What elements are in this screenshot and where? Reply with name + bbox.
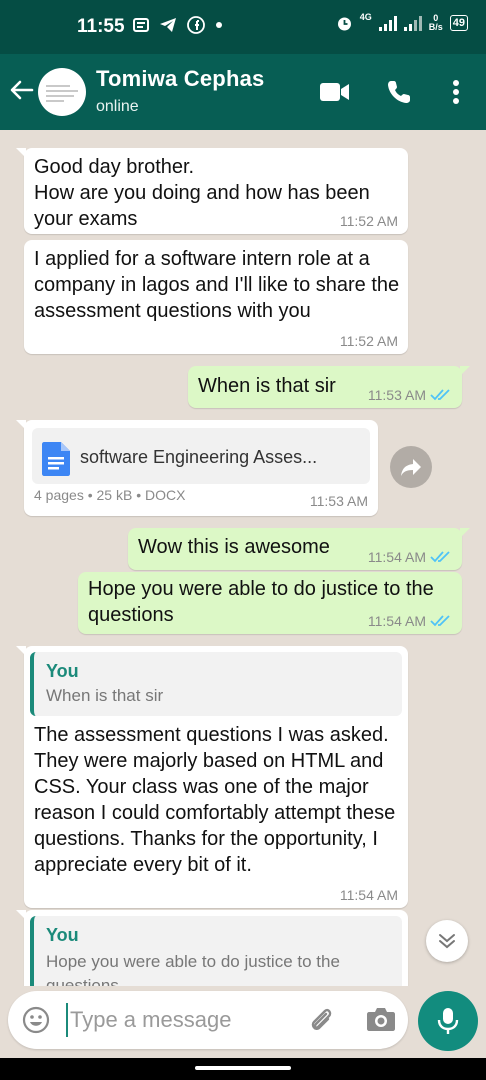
chat-header: Tomiwa Cephas online [0,54,486,130]
document-info: 4 pages • 25 kB • DOCX [34,487,186,503]
outgoing-message[interactable]: Hope you were able to do justice to the … [78,572,462,634]
facebook-icon [187,16,205,34]
status-bar: 11:55 4G 0 B/s 49 [0,0,486,54]
alarm-icon [337,17,351,30]
dot-icon [216,22,222,28]
contact-name[interactable]: Tomiwa Cephas [96,66,264,92]
message-time: 11:52 AM [339,213,398,229]
message-notification-icon [133,18,149,32]
document-icon [42,442,70,476]
battery-icon: 49 [449,15,468,31]
forward-icon [401,459,421,476]
message-time: 11:54 AM [368,614,452,628]
notification-icons [133,16,223,34]
signal-icon [378,15,397,31]
message-time: 11:53 AM [309,493,368,509]
quote-text: When is that sir [46,686,164,705]
message-time: 11:53 AM [368,388,452,402]
incoming-message[interactable]: I applied for a software intern role at … [24,240,408,354]
message-text: I applied for a software intern role at … [34,248,400,322]
read-ticks-icon [430,551,450,563]
incoming-message[interactable]: Good day brother. How are you doing and … [16,148,408,234]
reply-message[interactable]: You When is that sir The assessment ques… [16,646,408,908]
outgoing-message[interactable]: When is that sir 11:53 AM [188,366,470,408]
message-composer [8,991,408,1049]
chat-area[interactable]: Good day brother. How are you doing and … [0,130,486,986]
quoted-message[interactable]: You Hope you were able to do justice to … [30,916,402,986]
system-nav-bar [0,1058,486,1080]
voice-call-icon[interactable] [386,79,412,105]
quote-author: You [46,661,79,681]
back-arrow-icon[interactable] [8,76,36,104]
forward-button[interactable] [390,446,432,488]
scroll-down-button[interactable] [426,920,468,962]
net-speed: 0 B/s [428,13,443,32]
camera-icon[interactable] [366,1006,396,1032]
reply-message[interactable]: You Hope you were able to do justice to … [16,910,408,986]
document-message[interactable]: software Engineering Asses... 4 pages • … [16,420,378,516]
read-ticks-icon [430,615,450,627]
status-time: 11:55 [77,16,125,37]
message-time: 11:54 AM [368,550,452,564]
outgoing-message[interactable]: Wow this is awesome 11:54 AM [128,528,470,570]
telegram-icon [160,18,176,32]
mic-button[interactable] [418,991,478,1051]
system-icons: 4G 0 B/s 49 [336,12,468,32]
mic-icon [437,1008,459,1034]
attach-icon[interactable] [306,1005,336,1035]
more-options-icon[interactable] [452,79,460,105]
document-card[interactable]: software Engineering Asses... [32,428,370,484]
signal-secondary-icon [403,15,422,31]
document-name: software Engineering Asses... [80,447,318,467]
quoted-message[interactable]: You When is that sir [30,652,402,716]
message-time: 11:54 AM [339,887,398,903]
message-text: The assessment questions I was asked. Th… [34,724,396,876]
quote-text: Hope you were able to do justice to the … [46,952,340,986]
avatar[interactable] [38,68,86,116]
message-time: 11:52 AM [339,333,398,349]
scroll-down-icon [439,934,455,949]
message-input[interactable] [66,1003,246,1037]
network-type: 4G [359,12,372,22]
read-ticks-icon [430,389,450,401]
home-indicator[interactable] [195,1066,291,1070]
emoji-icon[interactable] [22,1006,50,1034]
video-call-icon[interactable] [320,82,350,102]
contact-status: online [96,98,139,115]
quote-author: You [46,925,79,945]
